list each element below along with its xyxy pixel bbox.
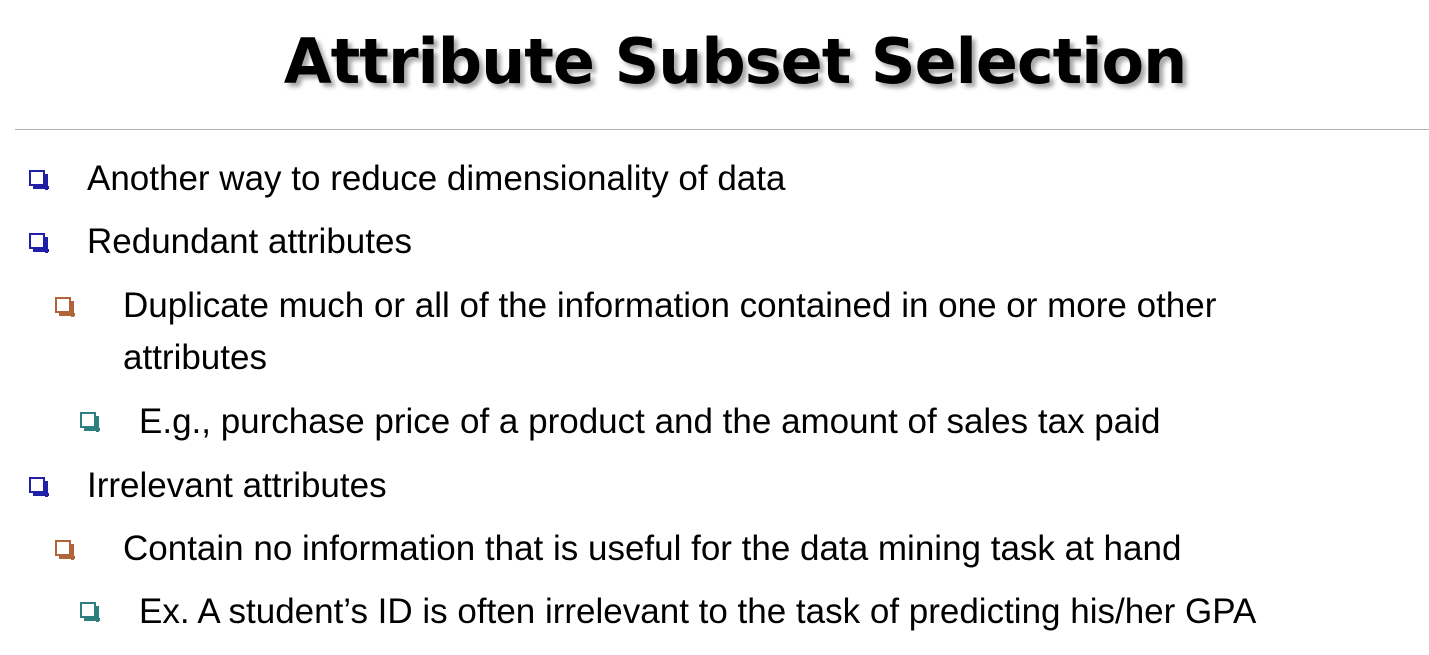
hollow-square-bullet-icon xyxy=(29,170,49,190)
hollow-square-bullet-icon xyxy=(80,412,100,432)
hollow-square-bullet-icon xyxy=(55,540,75,560)
bullet-text-continuation: attributes xyxy=(123,338,267,377)
bullet-text: Contain no information that is useful fo… xyxy=(123,529,1182,568)
hollow-square-bullet-icon xyxy=(29,233,49,253)
hollow-square-bullet-icon xyxy=(29,477,49,497)
slide-title: Attribute Subset Selection xyxy=(283,25,1188,98)
hollow-square-bullet-icon xyxy=(80,602,100,622)
bullet-text: Ex. A student’s ID is often irrelevant t… xyxy=(139,592,1257,631)
bullet-text: Another way to reduce dimensionality of … xyxy=(87,159,786,198)
bullet-text: E.g., purchase price of a product and th… xyxy=(139,402,1161,441)
bullet-text: Duplicate much or all of the information… xyxy=(123,286,1217,325)
bullet-text: Irrelevant attributes xyxy=(87,466,387,505)
hollow-square-bullet-icon xyxy=(55,297,75,317)
bullet-text: Redundant attributes xyxy=(87,222,412,261)
title-divider xyxy=(15,129,1429,130)
